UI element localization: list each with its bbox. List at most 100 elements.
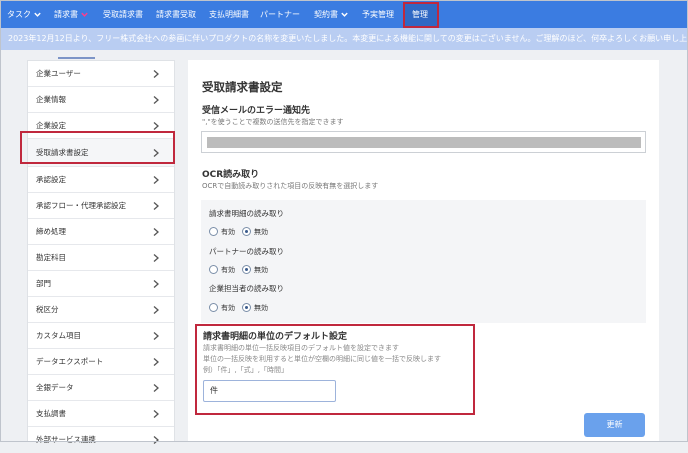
ocr-detail-enable-radio[interactable] — [209, 227, 218, 236]
chevron-right-icon — [153, 410, 159, 418]
unit-default-input[interactable]: 件 — [203, 380, 336, 402]
chevron-right-icon — [153, 358, 159, 366]
chevron-down-icon — [34, 12, 41, 17]
nav-item-payment-statement[interactable]: 支払明細書 — [209, 1, 249, 28]
sidebar-item-approval-settings[interactable]: 承認設定 — [28, 167, 174, 193]
chevron-right-icon — [153, 70, 159, 78]
sidebar-item-label: 支払調書 — [36, 409, 66, 418]
chevron-right-icon — [153, 228, 159, 236]
chevron-down-icon — [81, 12, 88, 17]
sidebar-item-label: 勘定科目 — [36, 253, 66, 262]
radio-label: 有効 — [221, 266, 235, 274]
nav-item-label: 請求書 — [54, 10, 78, 19]
chevron-right-icon — [153, 202, 159, 210]
radio-label: 有効 — [221, 304, 235, 312]
nav-item-label: タスク — [7, 10, 31, 19]
sidebar-item-custom-fields[interactable]: カスタム項目 — [28, 323, 174, 349]
redacted-value — [207, 137, 641, 148]
ocr-contact-enable-radio[interactable] — [209, 303, 218, 312]
sidebar-item-label: カスタム項目 — [36, 331, 81, 340]
sidebar-item-tax[interactable]: 税区分 — [28, 297, 174, 323]
chevron-right-icon — [153, 96, 159, 104]
chevron-down-icon — [341, 12, 348, 17]
nav-item-label: 受取請求書 — [103, 10, 143, 19]
ocr-partner-enable-radio[interactable] — [209, 265, 218, 274]
unit-section-title: 請求書明細の単位のデフォルト設定 — [203, 332, 348, 342]
ocr-group-label: 企業担当者の読み取り — [209, 284, 284, 293]
nav-item-label: 請求書受取 — [156, 10, 196, 19]
update-button[interactable]: 更新 — [584, 413, 645, 437]
unit-section-desc: 請求書明細の単位一括反映項目のデフォルト値を設定できます — [203, 344, 399, 352]
sidebar-item-departments[interactable]: 部門 — [28, 271, 174, 297]
nav-item-label: パートナー — [260, 10, 300, 19]
nav-item-label: 契約書 — [314, 10, 338, 19]
sidebar-item-label: データエクスポート — [36, 357, 104, 366]
nav-item-invoice[interactable]: 請求書 — [54, 1, 89, 28]
sidebar-item-payment-record[interactable]: 支払調書 — [28, 401, 174, 427]
nav-item-label: 管理 — [412, 10, 428, 19]
sidebar-item-approval-flow[interactable]: 承認フロー・代理承認設定 — [28, 193, 174, 219]
unit-section-example: 例）「件」,「式」,「時間」 — [203, 366, 288, 374]
nav-item-admin[interactable]: 管理 — [412, 1, 428, 28]
sidebar-item-label: 税区分 — [36, 305, 59, 314]
sidebar-item-received-invoice-settings[interactable]: 受取請求書設定 — [28, 139, 174, 167]
email-section-title: 受信メールのエラー通知先 — [202, 106, 311, 116]
sidebar-item-label: 部門 — [36, 279, 51, 288]
sidebar-item-label: 受取請求書設定 — [36, 148, 89, 157]
chevron-right-icon — [153, 176, 159, 184]
page-title: 受取請求書設定 — [202, 80, 283, 94]
radio-label: 無効 — [254, 228, 268, 236]
top-nav: タスク 請求書 受取請求書 請求書受取 支払明細書 パートナー 契約書 予実管理… — [1, 1, 687, 28]
sidebar-item-label: 承認設定 — [36, 175, 66, 184]
sidebar-item-label: 企業ユーザー — [36, 69, 81, 78]
announcement-text: 2023年12月12日より、フリー株式会社への参画に伴いプロダクトの名称を変更い… — [8, 34, 688, 43]
chevron-right-icon — [153, 149, 159, 157]
ocr-partner-disable-radio[interactable] — [242, 265, 251, 274]
ocr-section-title: OCR読み取り — [202, 170, 260, 180]
unit-default-section: 請求書明細の単位のデフォルト設定 請求書明細の単位一括反映項目のデフォルト値を設… — [195, 324, 475, 415]
sidebar-item-label: 外部サービス連携 — [36, 435, 96, 444]
sidebar-item-label: 全銀データ — [36, 383, 74, 392]
error-email-field[interactable] — [201, 131, 646, 153]
ocr-group-label: 請求書明細の読み取り — [209, 209, 284, 218]
sidebar: 企業ユーザー 企業情報 企業設定 受取請求書設定 承認設定 承認フロー・代理承認… — [27, 60, 175, 444]
sidebar-item-label: 企業情報 — [36, 95, 66, 104]
nav-item-received-invoice[interactable]: 受取請求書 — [103, 1, 143, 28]
chevron-right-icon — [153, 436, 159, 444]
radio-label: 無効 — [254, 266, 268, 274]
sidebar-item-label: 締め処理 — [36, 227, 66, 236]
radio-label: 有効 — [221, 228, 235, 236]
ocr-contact-disable-radio[interactable] — [242, 303, 251, 312]
sidebar-item-company-users[interactable]: 企業ユーザー — [28, 61, 174, 87]
chevron-right-icon — [153, 280, 159, 288]
divider — [58, 57, 95, 59]
nav-item-partner[interactable]: パートナー — [260, 1, 300, 28]
ocr-options: 請求書明細の読み取り 有効 無効 パートナーの読み取り 有効 無効 企業担当者の… — [201, 200, 646, 323]
ocr-detail-disable-radio[interactable] — [242, 227, 251, 236]
nav-item-contract[interactable]: 契約書 — [314, 1, 349, 28]
sidebar-item-accounts[interactable]: 勘定科目 — [28, 245, 174, 271]
sidebar-item-zengin-data[interactable]: 全銀データ — [28, 375, 174, 401]
ocr-group-label: パートナーの読み取り — [209, 247, 284, 256]
sidebar-item-data-export[interactable]: データエクスポート — [28, 349, 174, 375]
sidebar-item-company-info[interactable]: 企業情報 — [28, 87, 174, 113]
nav-item-invoice-receipt[interactable]: 請求書受取 — [156, 1, 196, 28]
ocr-section-desc: OCRで自動読み取りされた項目の反映有無を選択します — [202, 182, 379, 190]
chevron-right-icon — [153, 332, 159, 340]
nav-item-label: 予実管理 — [362, 10, 394, 19]
unit-section-desc: 単位の一括反映を利用すると単位が空欄の明細に同じ値を一括で反映します — [203, 355, 441, 363]
nav-item-budget[interactable]: 予実管理 — [362, 1, 394, 28]
sidebar-item-label: 承認フロー・代理承認設定 — [36, 201, 126, 210]
nav-item-task[interactable]: タスク — [7, 1, 42, 28]
email-section-desc: ","を使うことで複数の送信先を指定できます — [202, 118, 344, 126]
nav-item-label: 支払明細書 — [209, 10, 249, 19]
sidebar-item-label: 企業設定 — [36, 121, 66, 130]
sidebar-item-closing[interactable]: 締め処理 — [28, 219, 174, 245]
sidebar-item-company-settings[interactable]: 企業設定 — [28, 113, 174, 139]
chevron-right-icon — [153, 384, 159, 392]
chevron-right-icon — [153, 254, 159, 262]
announcement-banner: 2023年12月12日より、フリー株式会社への参画に伴いプロダクトの名称を変更い… — [1, 28, 688, 50]
sidebar-item-external-services[interactable]: 外部サービス連携 — [28, 427, 174, 453]
chevron-right-icon — [153, 306, 159, 314]
radio-label: 無効 — [254, 304, 268, 312]
